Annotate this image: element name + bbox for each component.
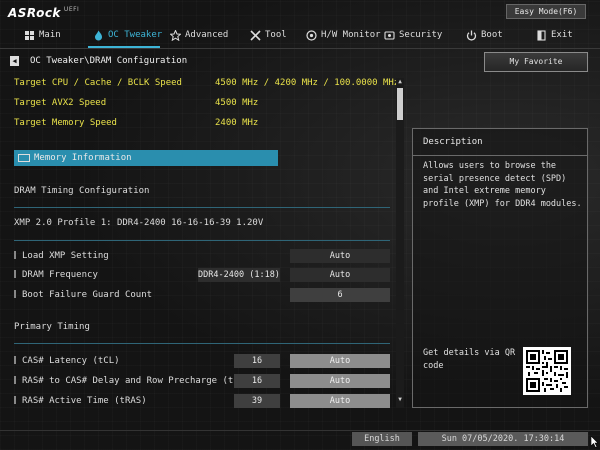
row-bullet	[14, 290, 16, 298]
tab-oc-tweaker-label: OC Tweaker	[108, 30, 163, 40]
target-memory-value: 2400 MHz	[215, 118, 259, 128]
qr-code	[523, 347, 571, 395]
breadcrumb: OC Tweaker\DRAM Configuration	[30, 56, 188, 66]
target-cpu-label: Target CPU / Cache / BCLK Speed	[14, 78, 182, 88]
tab-oc-tweaker[interactable]: OC Tweaker	[93, 24, 162, 46]
star-icon	[170, 29, 181, 41]
section-divider	[14, 343, 390, 344]
dram-timing-config-heading: DRAM Timing Configuration	[14, 186, 150, 196]
load-xmp-select[interactable]: Auto	[290, 249, 390, 263]
tab-advanced[interactable]: Advanced	[170, 24, 228, 46]
load-xmp-label: Load XMP Setting	[14, 249, 109, 263]
tab-tool[interactable]: Tool	[250, 24, 287, 46]
boot-failure-guard-label: Boot Failure Guard Count	[14, 288, 152, 302]
rcd-rp-current: 16	[234, 374, 280, 388]
shield-icon	[384, 30, 395, 41]
boot-failure-guard-input[interactable]: 6	[290, 288, 390, 302]
row-bullet	[14, 356, 16, 364]
primary-timing-heading: Primary Timing	[14, 322, 90, 332]
memory-information-label: Memory Information	[34, 153, 132, 163]
power-icon	[466, 30, 477, 41]
scroll-down-arrow-icon[interactable]: ▼	[396, 396, 404, 404]
footer-divider	[0, 430, 600, 431]
memory-module-icon	[18, 154, 30, 162]
ras-active-time-current: 39	[234, 394, 280, 408]
cas-latency-current: 16	[234, 354, 280, 368]
tab-boot-label: Boot	[481, 30, 503, 40]
tab-security[interactable]: Security	[384, 24, 442, 46]
tools-icon	[250, 29, 261, 41]
tab-hw-monitor-label: H/W Monitor	[321, 30, 381, 40]
tab-security-label: Security	[399, 30, 443, 40]
rcd-rp-label: RAS# to CAS# Delay and Row Precharge (tR…	[14, 374, 271, 388]
tab-hw-monitor[interactable]: H/W Monitor	[306, 24, 381, 46]
dram-frequency-label: DRAM Frequency	[14, 268, 98, 282]
my-favorite-button[interactable]: My Favorite	[484, 52, 588, 72]
scrollbar-thumb[interactable]	[397, 88, 403, 120]
tab-boot[interactable]: Boot	[466, 24, 503, 46]
section-divider	[14, 207, 390, 208]
exit-icon	[536, 29, 547, 41]
target-avx2-value: 4500 MHz	[215, 98, 259, 108]
language-button[interactable]: English	[352, 432, 412, 446]
row-bullet	[14, 376, 16, 384]
cas-latency-label: CAS# Latency (tCL)	[14, 354, 120, 368]
scroll-up-arrow-icon[interactable]: ▲	[396, 78, 404, 86]
row-bullet	[14, 270, 16, 278]
description-divider	[413, 155, 587, 156]
mouse-cursor-icon	[590, 435, 599, 448]
xmp-profile-info: XMP 2.0 Profile 1: DDR4-2400 16-16-16-39…	[14, 218, 264, 228]
memory-information-item[interactable]: Memory Information	[14, 150, 278, 166]
description-panel: Description Allows users to browse the s…	[412, 128, 588, 408]
main-nav: Main OC Tweaker Advanced Tool H/W Monito…	[0, 24, 600, 46]
dram-frequency-current: DDR4-2400 (1:18)	[198, 268, 280, 282]
nav-divider	[0, 48, 600, 49]
ras-active-time-input[interactable]: Auto	[290, 394, 390, 408]
row-bullet	[14, 251, 16, 259]
tab-tool-label: Tool	[265, 30, 287, 40]
tab-main[interactable]: Main	[24, 24, 61, 46]
description-text: Allows users to browse the serial presen…	[423, 161, 582, 209]
target-avx2-label: Target AVX2 Speed	[14, 98, 107, 108]
cas-latency-input[interactable]: Auto	[290, 354, 390, 368]
description-title: Description	[423, 137, 483, 147]
target-memory-label: Target Memory Speed	[14, 118, 117, 128]
scrollbar-track[interactable]	[396, 78, 404, 408]
qr-hint-text: Get details via QR code	[423, 348, 516, 371]
main-icon	[24, 30, 35, 41]
tab-advanced-label: Advanced	[185, 30, 229, 40]
target-cpu-value: 4500 MHz / 4200 MHz / 100.0000 MHz	[215, 78, 400, 88]
flame-icon	[93, 30, 104, 41]
easy-mode-button[interactable]: Easy Mode(F6)	[506, 4, 586, 19]
rcd-rp-input[interactable]: Auto	[290, 374, 390, 388]
ras-active-time-label: RAS# Active Time (tRAS)	[14, 394, 147, 408]
tab-exit[interactable]: Exit	[536, 24, 573, 46]
back-arrow-icon[interactable]: ◀	[10, 56, 19, 66]
row-bullet	[14, 396, 16, 404]
monitor-icon	[306, 29, 317, 41]
tab-main-label: Main	[39, 30, 61, 40]
tab-exit-label: Exit	[551, 30, 573, 40]
dram-frequency-select[interactable]: Auto	[290, 268, 390, 282]
section-divider	[14, 240, 390, 241]
asrock-logo: ASRock UEFI	[8, 6, 80, 20]
datetime-display: Sun 07/05/2020. 17:30:14	[418, 432, 588, 446]
